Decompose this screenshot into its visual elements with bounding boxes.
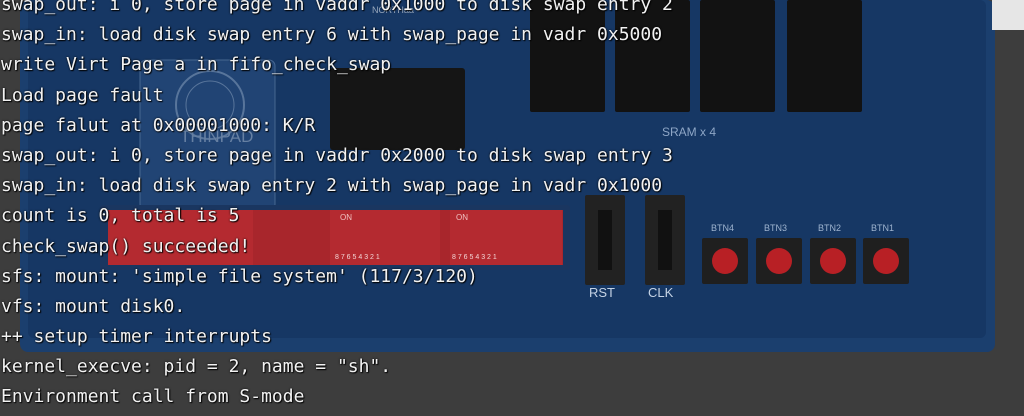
console-line: ++ setup timer interrupts [1,326,272,348]
console-line: vfs: mount disk0. [1,295,186,317]
console-line: swap_out: i 0, store page in vaddr 0x200… [1,144,673,166]
console-line: kernel_execve: pid = 2, name = "sh". [1,356,392,378]
console-line: swap_in: load disk swap entry 6 with swa… [1,24,663,46]
console-line: sfs: mount: 'simple file system' (117/3/… [1,265,478,287]
console-line: swap_in: load disk swap entry 2 with swa… [1,175,663,197]
console-line: page falut at 0x00001000: K/R [1,114,316,136]
console-line: swap_out: i 0, store page in vaddr 0x100… [1,0,673,15]
console-line: write Virt Page a in fifo_check_swap [1,54,392,76]
console-line: check_swap() succeeded! [1,235,251,257]
console-line: count is 0, total is 5 [1,205,240,227]
console-line: Environment call from S-mode [1,386,305,408]
console-line: Load page fault [1,84,164,106]
console-output: swap_out: i 0, store page in vaddr 0x100… [0,0,1024,413]
